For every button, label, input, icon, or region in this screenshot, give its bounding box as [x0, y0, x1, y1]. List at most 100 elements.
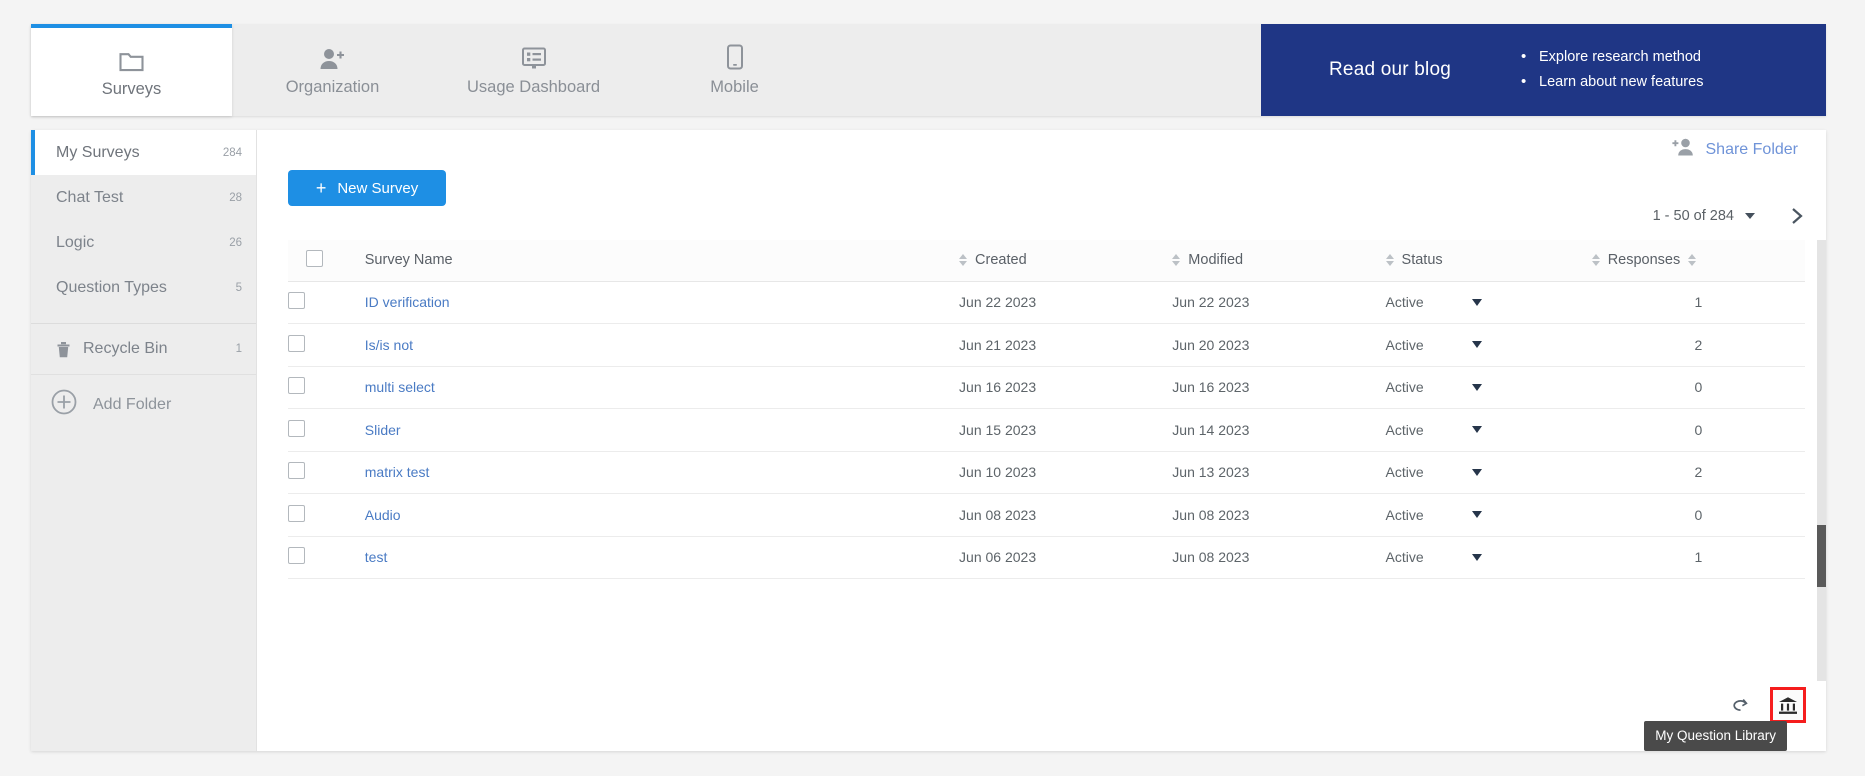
responses-cell: 1 [1591, 281, 1805, 324]
tab-usage-dashboard[interactable]: Usage Dashboard [433, 24, 634, 116]
page-range-selector[interactable]: 1 - 50 of 284 [1653, 208, 1755, 224]
sidebar-item-my-surveys[interactable]: My Surveys 284 [31, 130, 256, 175]
select-all-checkbox[interactable] [306, 249, 323, 267]
next-page-button[interactable] [1789, 207, 1805, 225]
main-panel: My Surveys 284 Chat Test 28 Logic 26 Que… [31, 130, 1826, 751]
row-checkbox[interactable] [288, 377, 305, 395]
column-label: Modified [1188, 252, 1244, 269]
table-row[interactable]: Slider Jun 15 2023 Jun 14 2023 Active 0 [288, 408, 1805, 452]
row-checkbox[interactable] [288, 419, 305, 437]
row-checkbox[interactable] [288, 547, 305, 565]
share-folder-label: Share Folder [1705, 140, 1799, 158]
status-dropdown-icon[interactable] [1471, 426, 1482, 434]
my-question-library-button[interactable] [1770, 687, 1806, 723]
survey-name-cell: Slider [364, 408, 960, 452]
select-all-header [288, 240, 365, 282]
status-dropdown-icon[interactable] [1471, 511, 1482, 519]
row-checkbox[interactable] [288, 292, 305, 310]
status-cell: Active [1385, 281, 1592, 324]
survey-name-link[interactable]: Slider [365, 422, 401, 438]
status-dropdown-icon[interactable] [1471, 298, 1482, 306]
created-cell: Jun 08 2023 [959, 493, 1173, 537]
share-folder-button[interactable]: Share Folder [1671, 138, 1799, 161]
tab-mobile[interactable]: Mobile [634, 24, 835, 116]
scrollbar-thumb[interactable] [1817, 525, 1826, 587]
created-cell: Jun 06 2023 [959, 536, 1173, 579]
sort-arrows-icon [1591, 254, 1600, 267]
survey-name-cell: matrix test [364, 451, 960, 494]
column-header-created[interactable]: Created [959, 240, 1173, 282]
column-header-modified[interactable]: Modified [1172, 240, 1386, 282]
survey-name-link[interactable]: matrix test [365, 464, 430, 480]
status-label: Active [1385, 549, 1424, 566]
status-cell: Active [1385, 536, 1592, 579]
promo-banner[interactable]: Read our blog Explore research method Le… [1261, 24, 1826, 116]
column-header-status[interactable]: Status [1385, 240, 1592, 282]
surveys-table-container: Survey Name Created Modified Status Resp… [288, 240, 1805, 681]
sort-arrows-icon [1688, 254, 1697, 267]
tab-label: Usage Dashboard [467, 78, 600, 97]
add-folder-button[interactable]: Add Folder [31, 374, 256, 434]
promo-bullet[interactable]: Explore research method [1519, 44, 1703, 70]
folder-sidebar: My Surveys 284 Chat Test 28 Logic 26 Que… [31, 130, 257, 751]
status-label: Active [1385, 421, 1424, 438]
table-row[interactable]: Is/is not Jun 21 2023 Jun 20 2023 Active… [288, 323, 1805, 367]
sidebar-item-logic[interactable]: Logic 26 [31, 220, 256, 265]
created-cell: Jun 10 2023 [959, 451, 1173, 494]
promo-bullet[interactable]: Learn about new features [1519, 69, 1703, 95]
row-checkbox[interactable] [288, 462, 305, 480]
utility-icon-group: My Question Library [1644, 687, 1806, 751]
table-row[interactable]: ID verification Jun 22 2023 Jun 22 2023 … [288, 281, 1805, 324]
surveys-content-area: Share Folder + New Survey 1 - 50 of 284 [257, 130, 1826, 751]
sidebar-item-recycle-bin[interactable]: Recycle Bin 1 [31, 324, 256, 374]
folder-label: My Surveys [56, 143, 140, 161]
status-dropdown-icon[interactable] [1471, 553, 1482, 561]
survey-name-cell: ID verification [364, 281, 960, 324]
table-row[interactable]: matrix test Jun 10 2023 Jun 13 2023 Acti… [288, 451, 1805, 494]
column-header-responses[interactable]: Responses [1591, 240, 1805, 282]
table-row[interactable]: Audio Jun 08 2023 Jun 08 2023 Active 0 [288, 493, 1805, 537]
status-cell: Active [1385, 451, 1592, 494]
status-cell: Active [1385, 408, 1592, 452]
dashboard-monitor-icon [521, 44, 547, 70]
row-select-cell [288, 366, 365, 409]
survey-name-link[interactable]: ID verification [365, 294, 450, 310]
status-dropdown-icon[interactable] [1471, 383, 1482, 391]
folder-label: Recycle Bin [83, 340, 168, 357]
folder-label: Question Types [56, 278, 167, 296]
tab-surveys[interactable]: Surveys [31, 24, 232, 116]
responses-cell: 2 [1591, 323, 1805, 367]
survey-name-link[interactable]: multi select [365, 379, 435, 395]
add-person-icon [1671, 138, 1695, 161]
tab-label: Organization [285, 78, 380, 97]
responses-cell: 0 [1591, 493, 1805, 537]
chevron-right-icon [1792, 208, 1803, 224]
feedback-loop-icon[interactable] [1726, 690, 1756, 720]
row-checkbox[interactable] [288, 334, 305, 352]
column-header-survey-name[interactable]: Survey Name [364, 240, 960, 282]
table-row[interactable]: test Jun 06 2023 Jun 08 2023 Active 1 [288, 536, 1805, 579]
status-dropdown-icon[interactable] [1471, 468, 1482, 476]
sort-arrows-icon [1385, 254, 1394, 267]
sidebar-item-question-types[interactable]: Question Types 5 [31, 265, 256, 310]
status-dropdown-icon[interactable] [1471, 341, 1482, 349]
table-scrollbar[interactable] [1817, 240, 1826, 681]
question-library-tooltip: My Question Library [1644, 721, 1787, 751]
tab-organization[interactable]: Organization [232, 24, 433, 116]
table-body: ID verification Jun 22 2023 Jun 22 2023 … [288, 281, 1805, 579]
status-cell: Active [1385, 493, 1592, 537]
table-row[interactable]: multi select Jun 16 2023 Jun 16 2023 Act… [288, 366, 1805, 409]
status-cell: Active [1385, 366, 1592, 409]
chevron-down-icon [1745, 213, 1755, 219]
row-checkbox[interactable] [288, 504, 305, 522]
sidebar-item-chat-test[interactable]: Chat Test 28 [31, 175, 256, 220]
survey-name-link[interactable]: Is/is not [365, 337, 413, 353]
survey-name-link[interactable]: test [365, 549, 388, 565]
modified-cell: Jun 22 2023 [1172, 281, 1386, 324]
status-label: Active [1385, 336, 1424, 353]
new-survey-button[interactable]: + New Survey [288, 170, 446, 206]
tab-label: Mobile [710, 78, 759, 97]
row-select-cell [288, 451, 365, 494]
survey-name-link[interactable]: Audio [365, 507, 401, 523]
plus-icon: + [315, 178, 327, 198]
